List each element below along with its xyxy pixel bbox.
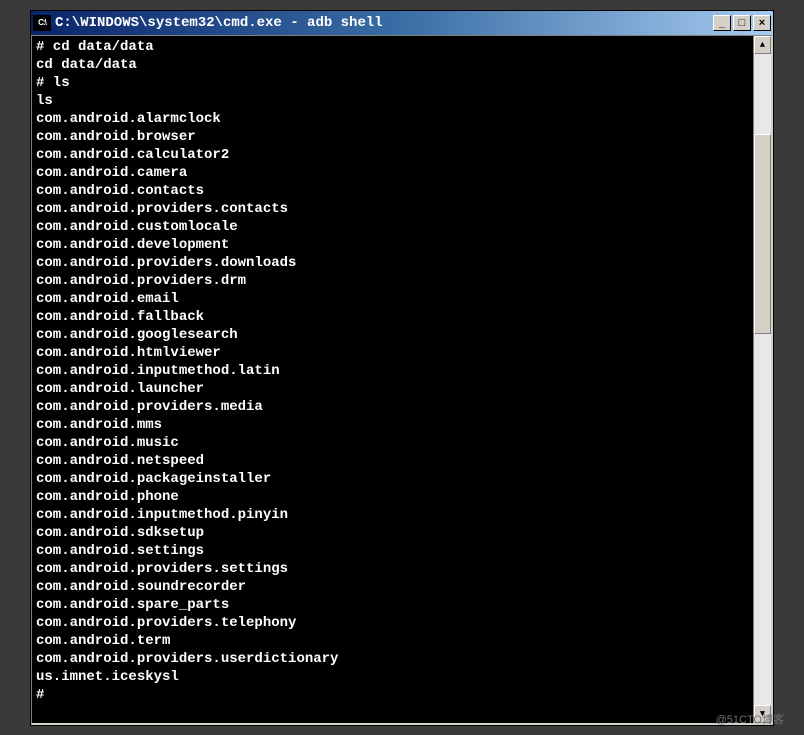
terminal-line: com.android.inputmethod.latin (36, 362, 749, 380)
terminal-line: ls (36, 92, 749, 110)
scrollbar[interactable]: ▲ ▼ (753, 36, 771, 723)
terminal-line: com.android.development (36, 236, 749, 254)
terminal-line: us.imnet.iceskysl (36, 668, 749, 686)
terminal-line: com.android.sdksetup (36, 524, 749, 542)
close-button[interactable]: × (753, 15, 771, 31)
watermark: @51CTO博客 (716, 711, 784, 727)
terminal-area: # cd data/datacd data/data# lslscom.andr… (31, 35, 773, 725)
terminal-content[interactable]: # cd data/datacd data/data# lslscom.andr… (32, 36, 753, 723)
terminal-line: com.android.phone (36, 488, 749, 506)
terminal-line: com.android.fallback (36, 308, 749, 326)
scrollbar-track[interactable] (754, 54, 771, 705)
maximize-button[interactable]: □ (733, 15, 751, 31)
terminal-line: com.android.music (36, 434, 749, 452)
cmd-window: C:\ C:\WINDOWS\system32\cmd.exe - adb sh… (30, 10, 774, 726)
terminal-line: com.android.htmlviewer (36, 344, 749, 362)
scroll-up-button[interactable]: ▲ (754, 36, 771, 54)
terminal-line: com.android.packageinstaller (36, 470, 749, 488)
terminal-line: # (36, 686, 749, 704)
window-title: C:\WINDOWS\system32\cmd.exe - adb shell (55, 15, 713, 31)
terminal-line: com.android.camera (36, 164, 749, 182)
terminal-line: # ls (36, 74, 749, 92)
terminal-line: com.android.googlesearch (36, 326, 749, 344)
terminal-line: com.android.settings (36, 542, 749, 560)
terminal-line: com.android.netspeed (36, 452, 749, 470)
scrollbar-thumb[interactable] (754, 134, 771, 334)
terminal-line: com.android.soundrecorder (36, 578, 749, 596)
terminal-line: com.android.providers.telephony (36, 614, 749, 632)
terminal-line: com.android.providers.settings (36, 560, 749, 578)
terminal-line: com.android.spare_parts (36, 596, 749, 614)
terminal-line: cd data/data (36, 56, 749, 74)
terminal-line: com.android.calculator2 (36, 146, 749, 164)
terminal-line: com.android.contacts (36, 182, 749, 200)
terminal-line: com.android.browser (36, 128, 749, 146)
terminal-line: com.android.providers.downloads (36, 254, 749, 272)
terminal-line: com.android.term (36, 632, 749, 650)
terminal-line: # cd data/data (36, 38, 749, 56)
terminal-line: com.android.email (36, 290, 749, 308)
terminal-line: com.android.customlocale (36, 218, 749, 236)
terminal-line: com.android.mms (36, 416, 749, 434)
terminal-line: com.android.alarmclock (36, 110, 749, 128)
titlebar[interactable]: C:\ C:\WINDOWS\system32\cmd.exe - adb sh… (31, 11, 773, 35)
terminal-line: com.android.launcher (36, 380, 749, 398)
cmd-icon: C:\ (33, 15, 51, 31)
minimize-button[interactable]: _ (713, 15, 731, 31)
terminal-line: com.android.providers.userdictionary (36, 650, 749, 668)
terminal-line: com.android.providers.media (36, 398, 749, 416)
terminal-line: com.android.providers.drm (36, 272, 749, 290)
window-controls: _ □ × (713, 15, 771, 31)
terminal-line: com.android.inputmethod.pinyin (36, 506, 749, 524)
terminal-line: com.android.providers.contacts (36, 200, 749, 218)
